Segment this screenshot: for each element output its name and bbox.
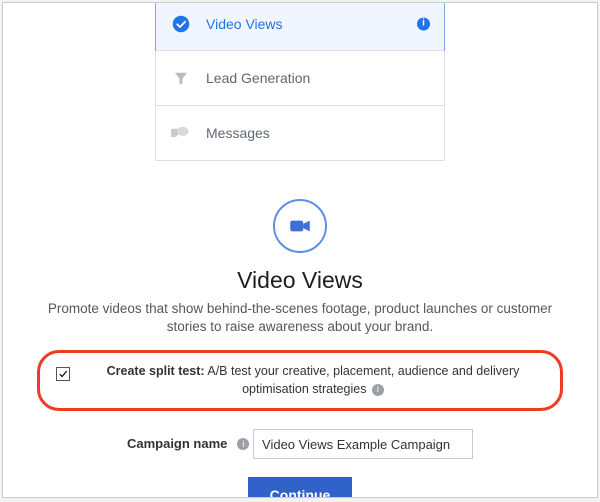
video-camera-icon <box>273 199 327 253</box>
objective-label: Video Views <box>206 16 283 32</box>
info-icon[interactable]: i <box>237 438 249 450</box>
info-icon[interactable]: i <box>372 384 384 396</box>
objective-description: Promote videos that show behind-the-scen… <box>3 300 597 336</box>
objective-heading: Video Views <box>3 267 597 294</box>
split-test-checkbox[interactable] <box>56 367 70 381</box>
campaign-name-input[interactable] <box>253 429 473 459</box>
messages-icon <box>170 123 192 143</box>
campaign-name-row: Campaign name i <box>3 429 597 459</box>
check-circle-icon <box>170 15 192 33</box>
continue-button[interactable]: Continue <box>248 477 353 498</box>
campaign-name-label: Campaign name <box>127 436 227 451</box>
ad-creation-panel: Video Views i Lead Generation Messages <box>2 2 598 498</box>
objective-hero-icon-wrap <box>3 199 597 253</box>
split-test-row-highlight: Create split test: A/B test your creativ… <box>37 350 563 411</box>
objective-label: Lead Generation <box>206 70 310 86</box>
split-test-bold: Create split test: <box>107 364 205 378</box>
objective-list: Video Views i Lead Generation Messages <box>155 2 445 161</box>
split-test-label: Create split test: A/B test your creativ… <box>82 363 544 398</box>
split-test-rest: A/B test your creative, placement, audie… <box>205 364 520 396</box>
objective-item-lead-generation[interactable]: Lead Generation <box>156 50 444 105</box>
info-icon[interactable]: i <box>417 17 430 30</box>
objective-item-messages[interactable]: Messages <box>156 105 444 160</box>
objective-label: Messages <box>206 125 270 141</box>
funnel-icon <box>170 69 192 87</box>
objective-item-video-views[interactable]: Video Views i <box>155 2 445 51</box>
